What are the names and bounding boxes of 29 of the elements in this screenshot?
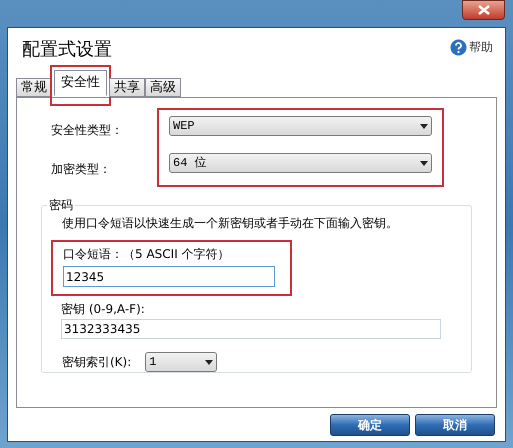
field-label: 密钥索引(K): bbox=[62, 354, 132, 370]
dialog-button[interactable]: 确定 bbox=[330, 414, 410, 436]
caret-icon bbox=[205, 360, 214, 364]
key-field[interactable]: 3132333435 bbox=[61, 319, 441, 339]
dropdown-value: 64 位 bbox=[173, 155, 207, 172]
help-link[interactable]: 帮助 bbox=[469, 38, 493, 56]
close-icon bbox=[478, 5, 490, 15]
passphrase-field[interactable]: 12345 bbox=[63, 266, 275, 287]
tab[interactable]: 高级 bbox=[145, 78, 181, 97]
dropdown-value: 1 bbox=[149, 354, 156, 371]
dropdown[interactable]: WEP bbox=[169, 116, 432, 136]
field-label: 口令短语：（5 ASCII 个字符） bbox=[63, 246, 231, 262]
help-icon[interactable] bbox=[450, 38, 467, 56]
group-legend: 密码 bbox=[47, 197, 75, 213]
dialog-title: 配置式设置 bbox=[22, 38, 112, 62]
dropdown[interactable]: 64 位 bbox=[169, 153, 432, 173]
tab[interactable]: 安全性 bbox=[54, 70, 107, 96]
dropdown[interactable]: 1 bbox=[145, 352, 218, 372]
tab[interactable]: 常规 bbox=[16, 78, 52, 97]
caret-icon bbox=[420, 160, 428, 166]
field-label: 安全性类型： bbox=[51, 122, 124, 138]
caret-icon bbox=[420, 124, 428, 128]
dialog-button[interactable]: 取消 bbox=[415, 414, 495, 436]
field-label: 密钥 (0-9,A-F): bbox=[61, 301, 146, 317]
tab[interactable]: 共享 bbox=[109, 78, 145, 97]
field-label: 加密类型： bbox=[51, 161, 112, 177]
close-button[interactable] bbox=[462, 0, 505, 20]
dropdown-value: WEP bbox=[173, 118, 195, 135]
description-text: 使用口令短语以快速生成一个新密钥或者手动在下面输入密钥。 bbox=[62, 215, 399, 232]
